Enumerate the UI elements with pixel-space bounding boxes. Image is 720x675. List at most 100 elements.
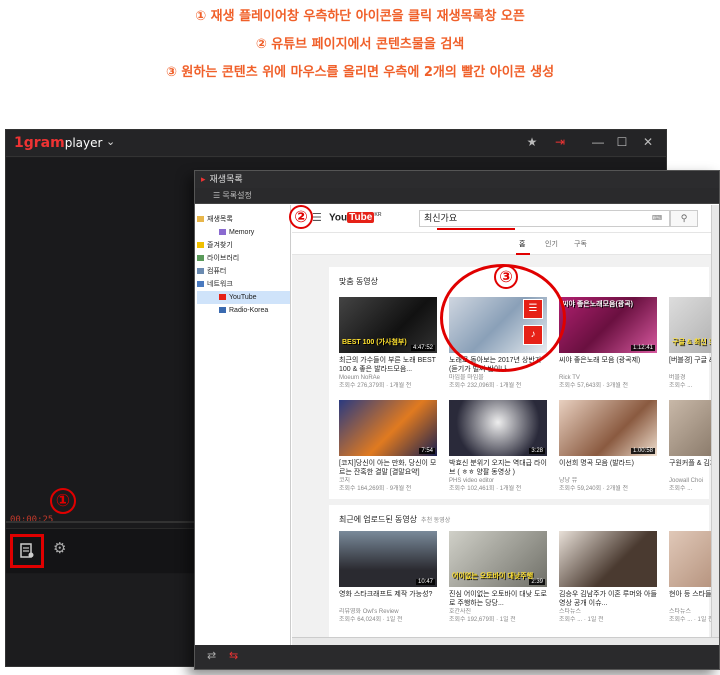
channel-name[interactable]: Moeum NoRAe (339, 374, 437, 382)
minimize-icon[interactable]: — (589, 135, 607, 149)
maximize-icon[interactable]: ☐ (613, 135, 631, 149)
video-thumbnail[interactable]: 1:00:58 (559, 400, 657, 456)
video-card[interactable]: 김승우 김남주가 이혼 루머와 아들 영상 공개 이슈... 스타뉴스 조회수 … (559, 531, 657, 624)
list-icon: ☰ (213, 191, 223, 200)
video-title[interactable]: 영화 스타크래프트 제작 가능성? (339, 590, 437, 608)
tree-item-network[interactable]: 네트워크 (197, 278, 290, 291)
repeat-icon[interactable]: ⇄ (207, 649, 216, 662)
tree-label: 즐겨찾기 (207, 242, 233, 249)
channel-name[interactable]: 냥냥 뮤 (559, 477, 657, 485)
source-tree: 재생목록 Memory 즐겨찾기 라이브러리 컴퓨터 네트워크 YouTube … (195, 205, 291, 647)
video-thumbnail[interactable]: 씨야 좋은노래모음(광곡) 1:12:41 (559, 297, 657, 353)
channel-name[interactable]: 코지 (339, 477, 437, 485)
video-card[interactable]: 1:00:58 이선희 명곡 모음 (발라드) 냥냥 뮤 조회수 59,240회… (559, 400, 657, 493)
tree-label: Radio-Korea (229, 307, 269, 314)
progress-bar[interactable] (6, 521, 206, 523)
library-icon (197, 255, 204, 262)
section-subtitle: 추천 동영상 (421, 518, 451, 524)
tree-item-computer[interactable]: 컴퓨터 (197, 265, 290, 278)
app-mini-logo-icon: ▸ (201, 174, 206, 184)
video-title[interactable]: [코지]당신이 아는 만화, 당신이 모르는 잔혹한 결말 [결말요약] (339, 459, 437, 477)
shuffle-icon[interactable]: ⇆ (229, 649, 238, 662)
star-icon (197, 242, 204, 249)
video-card[interactable]: 10:47 영화 스타크래프트 제작 가능성? 리뷰영화 Owl's Revie… (339, 531, 437, 624)
chevron-down-icon[interactable]: ⌄ (106, 135, 115, 148)
video-thumbnail[interactable]: 10:47 (339, 531, 437, 587)
video-card[interactable]: 씨야 좋은노래모음(광곡) 1:12:41 씨야 좋은노래 모음 (광곡제) R… (559, 297, 657, 390)
channel-name[interactable]: PHS video editor (449, 477, 547, 485)
video-title[interactable]: 김승우 김남주가 이혼 루머와 아들 영상 공개 이슈... (559, 590, 657, 608)
logo-region: KR (374, 212, 382, 218)
channel-name[interactable]: 리뷰영화 Owl's Review (339, 608, 437, 616)
tree-item-favorites[interactable]: 즐겨찾기 (197, 239, 290, 252)
playlist-button[interactable] (10, 534, 44, 568)
video-row-3: 10:47 영화 스타크래프트 제작 가능성? 리뷰영화 Owl's Revie… (339, 531, 719, 624)
gear-icon[interactable]: ⚙ (53, 539, 66, 557)
tree-label: Memory (229, 229, 255, 236)
video-meta: 조회수 232,096회 · 1개월 전 (449, 383, 522, 389)
computer-icon (197, 268, 204, 275)
instruction-2: ② 유튜브 페이지에서 콘텐츠물을 검색 (255, 37, 465, 52)
channel-name[interactable]: 스타뉴스 (559, 608, 657, 616)
logo-num: 1gram (14, 135, 65, 151)
video-card[interactable]: 7:54 [코지]당신이 아는 만화, 당신이 모르는 잔혹한 결말 [결말요약… (339, 400, 437, 493)
radio-icon (219, 307, 226, 314)
close-icon[interactable]: ✕ (639, 135, 657, 149)
video-title[interactable]: 이선희 명곡 모음 (발라드) (559, 459, 657, 477)
horizontal-scrollbar[interactable] (292, 637, 719, 645)
youtube-logo[interactable]: You Tube KR (329, 212, 382, 224)
tree-item-youtube[interactable]: YouTube (197, 291, 290, 304)
network-icon (197, 281, 204, 288)
instruction-1: ① 재생 플레이어창 우측하단 아이콘을 클릭 재생목록창 오픈 (195, 9, 525, 24)
menu-icon[interactable]: ☰ (312, 211, 322, 224)
time-label: 00:00:25 (10, 515, 54, 525)
video-row-2: 7:54 [코지]당신이 아는 만화, 당신이 모르는 잔혹한 결말 [결말요약… (339, 400, 719, 493)
video-card[interactable]: 3:28 박효신 분위기 오지는 역대급 라이브 ( ㅎㅎ 양팔 동영상 ) P… (449, 400, 547, 493)
instruction-3: ③ 원하는 콘텐츠 위에 마우스를 올리면 우측에 2개의 빨간 아이콘 생성 (165, 65, 555, 80)
player-titlebar: 1gramplayer ⌄ ★ ⇥ — ☐ ✕ (6, 130, 666, 157)
tab-subscriptions[interactable]: 구독 (574, 239, 587, 249)
keyboard-icon[interactable]: ⌨ (652, 214, 662, 222)
tree-item-memory[interactable]: Memory (197, 226, 290, 239)
playlist-window: ▸ 재생목록 ☰ 목록설정 재생목록 Memory 즐겨찾기 라이브러리 컴퓨터 … (194, 170, 720, 670)
tree-item-radio[interactable]: Radio-Korea (197, 304, 290, 317)
tree-label: 라이브러리 (207, 255, 240, 262)
channel-name[interactable]: 호간사진 (449, 608, 547, 616)
video-title[interactable]: 박효신 분위기 오지는 역대급 라이브 ( ㅎㅎ 양팔 동영상 ) (449, 459, 547, 477)
video-thumbnail[interactable]: BEST 100 (가사첨부) 4:47:52 (339, 297, 437, 353)
vertical-scrollbar[interactable] (711, 205, 719, 647)
tab-trending[interactable]: 인기 (545, 239, 558, 249)
video-title[interactable]: 씨야 좋은노래 모음 (광곡제) (559, 356, 657, 374)
tree-label: 네트워크 (207, 281, 233, 288)
playlist-bottom-bar: ⇄ ⇆ (195, 645, 719, 669)
channel-name[interactable]: 마임블 마임블 (449, 374, 547, 382)
video-thumbnail[interactable]: 7:54 (339, 400, 437, 456)
tree-label: YouTube (229, 294, 257, 301)
video-meta: 조회수 276,379회 · 1개월 전 (339, 383, 412, 389)
star-icon[interactable]: ★ (523, 135, 541, 149)
active-tab-indicator (516, 253, 530, 255)
video-meta: 조회수 64,024회 · 1일 전 (339, 617, 403, 623)
video-thumbnail[interactable]: 어이없는 오토바이 대낮주행 2:39 (449, 531, 547, 587)
tree-item-library[interactable]: 라이브러리 (197, 252, 290, 265)
tab-home[interactable]: 홈 (519, 239, 525, 249)
callout-3: ③ (494, 265, 518, 289)
tree-item-playlist[interactable]: 재생목록 (197, 213, 290, 226)
duration-badge: 3:28 (529, 448, 545, 454)
search-button[interactable]: ⚲ (670, 210, 698, 227)
video-thumbnail[interactable]: 3:28 (449, 400, 547, 456)
video-thumbnail[interactable] (559, 531, 657, 587)
video-title[interactable]: 진심 어이없는 오토바이 대낮 도로로 주행하는 당당... (449, 590, 547, 608)
duration-badge: 1:12:41 (630, 345, 655, 351)
youtube-icon (219, 294, 226, 301)
channel-name[interactable]: Rick TV (559, 374, 657, 382)
pin-icon[interactable]: ⇥ (551, 135, 569, 149)
playlist-icon (20, 543, 34, 558)
video-meta: 조회수 ... · 1일 전 (559, 617, 604, 623)
search-input[interactable]: 최신가요 (419, 210, 670, 227)
app-logo[interactable]: 1gramplayer (14, 135, 102, 151)
video-title[interactable]: 최근의 가수들이 부른 노래 BEST 100 & 좋은 발라드모음... (339, 356, 437, 374)
video-card[interactable]: BEST 100 (가사첨부) 4:47:52 최근의 가수들이 부른 노래 B… (339, 297, 437, 390)
video-card[interactable]: 어이없는 오토바이 대낮주행 2:39 진심 어이없는 오토바이 대낮 도로로 … (449, 531, 547, 624)
list-settings-button[interactable]: ☰ 목록설정 (195, 188, 719, 204)
